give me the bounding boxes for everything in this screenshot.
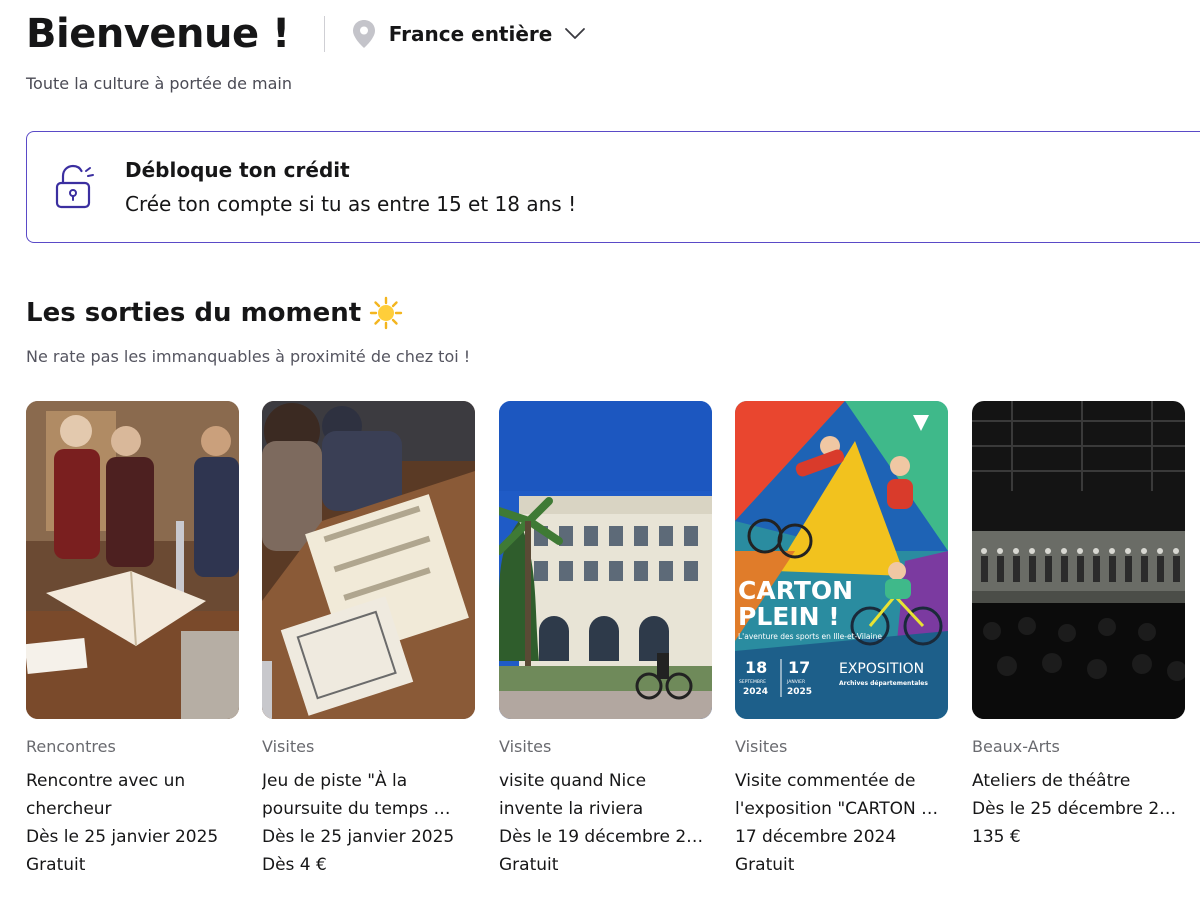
event-card[interactable]: Rencontres Rencontre avec un chercheur D… (26, 401, 239, 879)
poster-day2: 17 (788, 658, 810, 677)
event-category: Beaux-Arts (972, 737, 1060, 756)
event-thumbnail: CARTON PLEIN ! L'aventure des sports en … (735, 401, 948, 719)
poster-tagline: L'aventure des sports en Ille-et-Vilaine (738, 632, 882, 641)
section-title: Les sorties du moment (26, 296, 403, 330)
event-date: Dès le 25 décembre 2… (972, 799, 1177, 819)
section-subtitle: Ne rate pas les immanquables à proximité… (26, 347, 471, 366)
event-card[interactable]: Visites Jeu de piste "À la poursuite du … (262, 401, 475, 879)
poster-title-line2: PLEIN ! (738, 602, 840, 631)
page-subtitle: Toute la culture à portée de main (26, 74, 292, 93)
poster-year1: 2024 (743, 687, 768, 697)
event-date: Dès le 25 janvier 2025 (262, 827, 455, 847)
event-thumbnail (262, 401, 475, 719)
event-date: 17 décembre 2024 (735, 827, 897, 847)
location-selector[interactable]: France entière (351, 19, 587, 49)
event-title: Visite commentée de l'exposition "CARTON… (735, 767, 948, 823)
event-price: Gratuit (499, 855, 559, 875)
event-title-text: Jeu de piste "À la poursuite du temps … (262, 771, 451, 819)
event-price: 135 € (972, 827, 1021, 847)
event-price: Gratuit (735, 855, 795, 875)
page-header: Bienvenue ! France entière (26, 10, 586, 58)
event-date: Dès le 19 décembre 2… (499, 827, 704, 847)
poster-title-line1: CARTON (738, 576, 853, 605)
chevron-down-icon (565, 28, 586, 39)
event-title-text: Visite commentée de l'exposition "CARTON… (735, 771, 939, 819)
banner-text: Crée ton compte si tu as entre 15 et 18 … (125, 192, 577, 216)
event-title: Jeu de piste "À la poursuite du temps … (262, 767, 475, 823)
event-title-text: visite quand Nice invente la riviera (499, 771, 647, 819)
page-title: Bienvenue ! (26, 11, 290, 57)
event-card[interactable]: Beaux-Arts Ateliers de théâtre Dès le 25… (972, 401, 1185, 851)
location-label: France entière (388, 22, 553, 46)
event-thumbnail (972, 401, 1185, 719)
event-price: Gratuit (26, 855, 86, 875)
location-pin-icon (352, 20, 375, 48)
poster-day1: 18 (745, 658, 767, 677)
event-title: Ateliers de théâtre (972, 767, 1185, 795)
event-thumbnail (26, 401, 239, 719)
poster-year2: 2025 (787, 687, 812, 697)
poster-month1: SEPTEMBRE (739, 679, 766, 685)
banner-text-block: Débloque ton crédit Crée ton compte si t… (125, 158, 576, 216)
event-title: Rencontre avec un chercheur (26, 767, 239, 823)
event-category: Visites (735, 737, 788, 756)
event-title: visite quand Nice invente la riviera (499, 767, 712, 823)
poster-month2: JANVIER (786, 679, 805, 685)
event-card[interactable]: Visites visite quand Nice invente la riv… (499, 401, 712, 879)
poster-exposition: EXPOSITION (839, 661, 924, 677)
event-card[interactable]: CARTON PLEIN ! L'aventure des sports en … (735, 401, 948, 879)
event-category: Rencontres (26, 737, 116, 756)
sun-emoji-icon (369, 296, 403, 330)
poster-archives: Archives départementales (839, 680, 928, 687)
header-divider (323, 16, 325, 52)
event-price: Dès 4 € (262, 855, 327, 875)
event-title-text: Rencontre avec un chercheur (26, 771, 186, 819)
event-cards-row: Rencontres Rencontre avec un chercheur D… (26, 401, 1200, 891)
event-date: Dès le 25 janvier 2025 (26, 827, 219, 847)
section-title-text: Les sorties du moment (26, 298, 362, 328)
banner-title: Débloque ton crédit (125, 158, 350, 182)
event-title-text: Ateliers de théâtre (972, 771, 1131, 791)
unlocked-padlock-icon (55, 164, 94, 209)
event-thumbnail (499, 401, 712, 719)
event-category: Visites (499, 737, 552, 756)
unlock-credit-banner[interactable]: Débloque ton crédit Crée ton compte si t… (26, 131, 1200, 243)
event-category: Visites (262, 737, 315, 756)
